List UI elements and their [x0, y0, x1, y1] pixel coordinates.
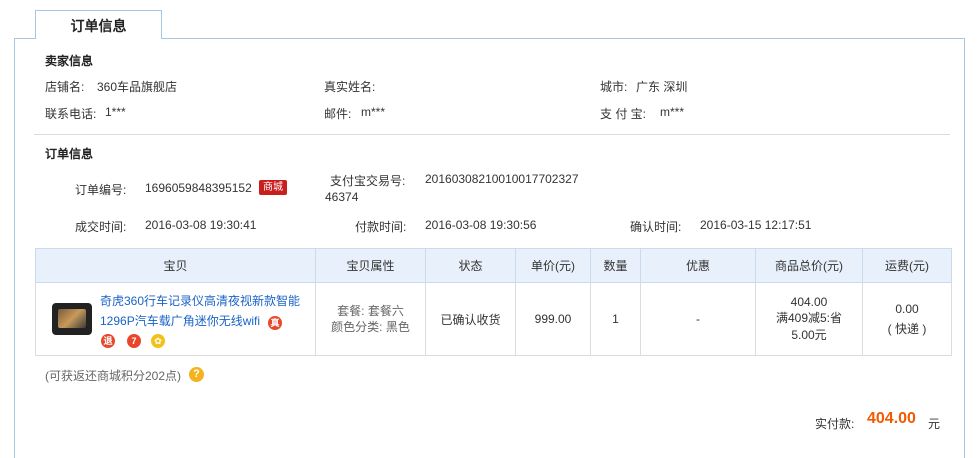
city-value: 广东 深圳	[636, 80, 688, 94]
unit-price-cell: 999.00	[515, 282, 591, 356]
total-promo: 满409减5:省	[775, 311, 843, 325]
status-cell: 已确认收货	[425, 282, 516, 356]
order-no-value: 1696059848395152	[145, 181, 252, 195]
shipping-amount: 0.00	[895, 301, 919, 316]
confirm-time-label: 确认时间:	[630, 220, 682, 234]
table-row: 奇虎360行车记录仪高清夜视新款智能1296P汽车载广角迷你无线wifi 真 退…	[35, 282, 952, 356]
help-icon[interactable]: ?	[189, 367, 204, 382]
deal-time-label: 成交时间:	[75, 220, 127, 234]
tmall-badge: 商城	[259, 180, 287, 195]
header-discount: 优惠	[640, 248, 756, 283]
attr-color: 颜色分类: 黑色	[331, 320, 410, 334]
header-total: 商品总价(元)	[755, 248, 863, 283]
header-unit-price: 单价(元)	[515, 248, 591, 283]
goods-table: 宝贝 宝贝属性 状态 单价(元) 数量 优惠 商品总价(元) 运费(元) 奇虎3…	[35, 248, 952, 356]
alipay-trade-label: 支付宝交易号:	[330, 174, 406, 188]
discount-cell: -	[640, 282, 756, 356]
total-amount: 404.00	[790, 295, 828, 309]
order-section-title: 订单信息	[45, 147, 94, 161]
phone-value: 1***	[105, 105, 126, 119]
email-label: 邮件:	[324, 107, 352, 121]
order-no-label: 订单编号:	[75, 183, 127, 197]
tab-order-info[interactable]: 订单信息	[35, 10, 162, 39]
payment-label: 实付款:	[815, 417, 855, 431]
header-attributes: 宝贝属性	[315, 248, 426, 283]
real-name-label: 真实姓名:	[324, 80, 376, 94]
attributes-cell: 套餐: 套餐六 颜色分类: 黑色	[315, 282, 426, 356]
shipping-cell: 0.00 ( 快递 )	[862, 282, 952, 356]
genuine-guarantee-icon[interactable]: 真	[268, 316, 282, 330]
alipay-trade-value-line2: 46374	[325, 190, 359, 204]
seven-day-return-icon[interactable]: 7	[127, 334, 141, 348]
deal-time-value: 2016-03-08 19:30:41	[145, 218, 257, 232]
shipping-method: ( 快递 )	[887, 321, 927, 336]
header-shipping: 运费(元)	[862, 248, 952, 283]
seller-section-title: 卖家信息	[45, 54, 94, 68]
product-thumbnail[interactable]	[52, 303, 92, 335]
city-label: 城市:	[600, 80, 628, 94]
shop-name-value: 360车品旗舰店	[97, 80, 178, 94]
total-cell: 404.00 满409减5:省 5.00元	[755, 282, 863, 356]
email-value: m***	[361, 105, 386, 119]
item-cell: 奇虎360行车记录仪高清夜视新款智能1296P汽车载广角迷你无线wifi 真 退…	[35, 282, 316, 356]
header-item: 宝贝	[35, 248, 316, 283]
section-divider	[34, 134, 950, 135]
alipay-value: m***	[660, 105, 685, 119]
payment-amount: 404.00	[867, 410, 916, 427]
points-note: (可获返还商城积分202点)	[45, 369, 182, 383]
header-status: 状态	[425, 248, 516, 283]
alipay-trade-value-line1: 201603082100100177023​27	[425, 172, 579, 186]
pay-time-label: 付款时间:	[355, 220, 407, 234]
shop-name-label: 店铺名:	[45, 80, 85, 94]
phone-label: 联系电话:	[45, 107, 97, 121]
confirm-time-value: 2016-03-15 12:17:51	[700, 218, 812, 232]
pay-time-value: 2016-03-08 19:30:56	[425, 218, 537, 232]
points-service-icon[interactable]: ✿	[151, 334, 165, 348]
table-header-row: 宝贝 宝贝属性 状态 单价(元) 数量 优惠 商品总价(元) 运费(元)	[35, 248, 952, 283]
total-saved: 5.00元	[791, 328, 827, 342]
refund-guarantee-icon[interactable]: 退	[101, 334, 115, 348]
payment-unit: 元	[928, 417, 941, 431]
header-quantity: 数量	[590, 248, 641, 283]
alipay-label: 支 付 宝:	[600, 107, 647, 121]
quantity-cell: 1	[590, 282, 641, 356]
attr-package: 套餐: 套餐六	[337, 304, 404, 318]
